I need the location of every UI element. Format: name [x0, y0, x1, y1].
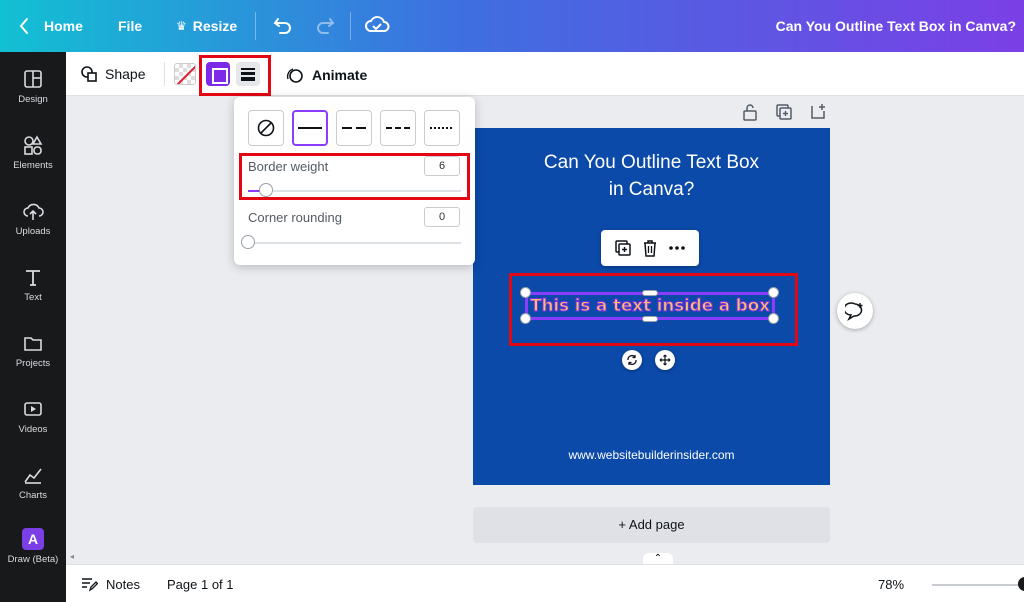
sidebar-item-draw[interactable]: A Draw (Beta) [0, 528, 66, 565]
sidebar-item-charts[interactable]: Charts [0, 464, 66, 501]
border-dotted-option[interactable] [424, 110, 460, 146]
cloud-saved-icon[interactable] [364, 13, 390, 42]
bottom-bar: Notes Page 1 of 1 78% [66, 564, 1024, 602]
redo-icon[interactable] [314, 14, 336, 41]
page-indicator[interactable]: Page 1 of 1 [167, 577, 234, 592]
sidebar-item-projects[interactable]: Projects [0, 332, 66, 369]
short-dash-icon [386, 127, 410, 129]
shape-label: Shape [105, 66, 146, 82]
duplicate-page-icon[interactable] [774, 102, 794, 122]
undo-icon[interactable] [272, 14, 294, 41]
rotate-icon[interactable] [622, 350, 642, 370]
page-heading[interactable]: Can You Outline Text Box in Canva? [473, 149, 830, 203]
sidebar-item-label: Text [24, 292, 42, 303]
draw-icon: A [22, 528, 44, 550]
back-chevron-icon[interactable] [18, 16, 30, 36]
notes-button[interactable]: Notes [80, 576, 140, 592]
lock-icon[interactable] [740, 102, 760, 122]
elements-icon [24, 135, 43, 155]
videos-icon [24, 402, 42, 416]
shape-icon [81, 66, 97, 82]
sidebar-item-label: Projects [15, 358, 51, 369]
highlight-box [239, 153, 470, 200]
move-icon[interactable] [655, 350, 675, 370]
dotted-line-icon [430, 127, 454, 129]
highlight-box [199, 55, 271, 96]
corner-rounding-slider[interactable] [241, 235, 255, 249]
sidebar-item-label: Draw (Beta) [7, 554, 59, 565]
animate-button[interactable]: Animate [284, 65, 367, 85]
divider [164, 62, 165, 86]
sidebar-item-uploads[interactable]: Uploads [0, 200, 66, 237]
copy-icon[interactable] [613, 238, 633, 258]
text-icon [26, 270, 40, 286]
notes-label: Notes [106, 576, 140, 592]
design-icon [24, 70, 42, 88]
zoom-level[interactable]: 78% [878, 577, 904, 592]
uploads-icon [23, 203, 44, 220]
resize-label: Resize [192, 18, 238, 34]
document-title[interactable]: Can You Outline Text Box in Canva? [776, 18, 1016, 34]
top-bar: Home File ♛ Resize Can You Outline Text … [0, 0, 1024, 52]
notes-icon [82, 578, 98, 592]
resize-button[interactable]: ♛ Resize [176, 18, 237, 34]
add-comment-icon[interactable] [837, 293, 873, 329]
corner-rounding-input[interactable]: 0 [424, 207, 460, 227]
file-menu[interactable]: File [118, 18, 142, 34]
scroll-left-icon[interactable]: ◂ [70, 552, 74, 561]
more-options-icon[interactable] [667, 238, 687, 258]
page-heading-line: Can You Outline Text Box [543, 152, 760, 173]
zoom-slider-track[interactable] [932, 584, 1024, 586]
border-long-dash-option[interactable] [336, 110, 372, 146]
element-context-menu [601, 230, 699, 266]
projects-icon [24, 337, 42, 351]
animate-label: Animate [312, 67, 368, 83]
shape-button[interactable]: Shape [80, 65, 145, 83]
highlight-box [509, 273, 798, 346]
sidebar-item-label: Elements [13, 160, 53, 171]
sidebar-item-label: Uploads [15, 226, 51, 237]
border-solid-option[interactable] [292, 110, 328, 146]
long-dash-icon [342, 127, 366, 129]
border-none-option[interactable] [248, 110, 284, 146]
corner-rounding-label: Corner rounding [248, 210, 342, 225]
solid-line-icon [298, 127, 322, 129]
border-style-options [248, 110, 460, 146]
left-sidebar: Design Elements Uploads Text Projects Vi… [0, 52, 66, 602]
editor-toolbar: Shape Animate [66, 52, 1024, 96]
page-actions [740, 102, 828, 122]
page-heading-line: in Canva? [608, 179, 695, 200]
page-url-text[interactable]: www.websitebuilderinsider.com [473, 448, 830, 462]
fill-color-button[interactable] [174, 63, 196, 85]
zoom-slider-knob[interactable] [1018, 577, 1024, 591]
sidebar-item-label: Videos [18, 424, 48, 435]
border-short-dash-option[interactable] [380, 110, 416, 146]
trash-icon[interactable] [640, 238, 660, 258]
sidebar-item-videos[interactable]: Videos [0, 398, 66, 435]
sidebar-item-elements[interactable]: Elements [0, 134, 66, 171]
divider [255, 12, 256, 40]
crown-icon: ♛ [176, 19, 187, 33]
animate-icon [286, 68, 303, 83]
divider [350, 12, 351, 40]
sidebar-item-design[interactable]: Design [0, 68, 66, 105]
home-link[interactable]: Home [44, 18, 83, 34]
sidebar-item-label: Charts [19, 490, 47, 501]
no-border-icon [257, 119, 275, 137]
charts-icon [24, 468, 42, 484]
sidebar-item-text[interactable]: Text [0, 266, 66, 303]
add-page-button[interactable]: + Add page [473, 507, 830, 543]
corner-rounding-track[interactable] [248, 242, 461, 244]
sidebar-item-label: Design [18, 94, 48, 105]
add-page-icon[interactable] [808, 102, 828, 122]
